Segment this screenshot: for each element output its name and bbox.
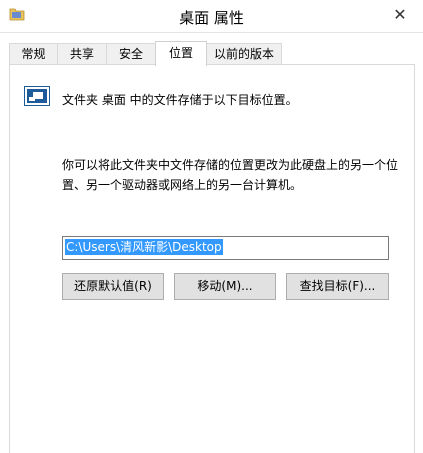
window-title: 桌面 属性 [179, 9, 244, 27]
restore-default-button[interactable]: 还原默认值(R) [62, 273, 164, 300]
target-path-field[interactable]: C:\Users\清风新影\Desktop [62, 236, 389, 260]
tab-previous-versions[interactable]: 以前的版本 [206, 43, 282, 64]
tab-location[interactable]: 位置 [155, 41, 207, 66]
move-button[interactable]: 移动(M)... [174, 273, 276, 300]
folder-location-icon [24, 86, 50, 106]
tab-sharing[interactable]: 共享 [57, 43, 107, 64]
title-bar: 桌面 属性 ✕ [0, 0, 423, 33]
close-button[interactable]: ✕ [377, 0, 423, 28]
location-description: 文件夹 桌面 中的文件存储于以下目标位置。 [62, 93, 298, 107]
target-path-value: C:\Users\清风新影\Desktop [65, 239, 223, 255]
tab-general[interactable]: 常规 [9, 43, 58, 64]
location-info-text: 你可以将此文件夹中文件存储的位置更改为此硬盘上的另一个位置、另一个驱动器或网络上… [62, 158, 399, 192]
tab-strip: 常规 共享 安全 位置 以前的版本 [9, 41, 415, 66]
tab-security[interactable]: 安全 [106, 43, 156, 64]
close-icon: ✕ [393, 4, 407, 24]
find-target-button[interactable]: 查找目标(F)... [286, 273, 389, 300]
